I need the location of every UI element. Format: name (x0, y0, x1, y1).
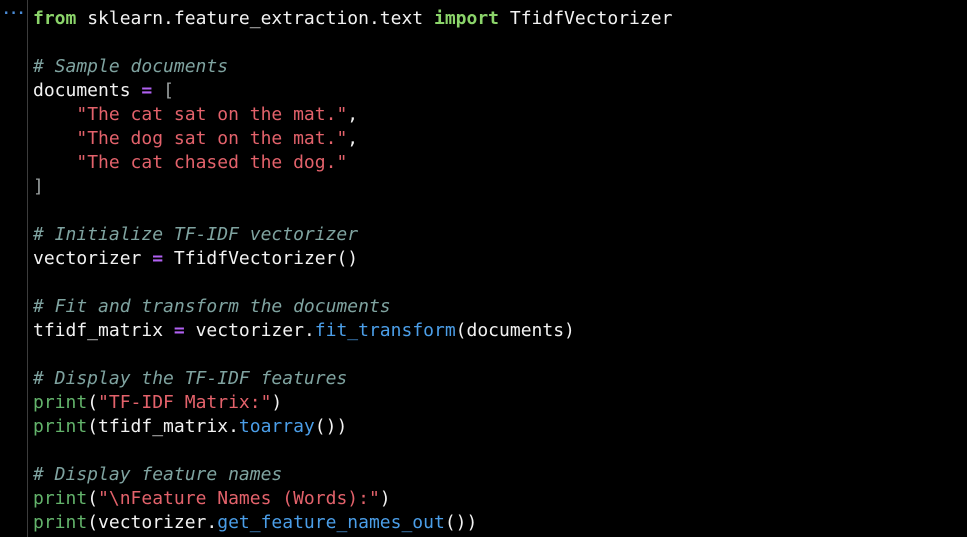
code-editor[interactable]: from sklearn.feature_extraction.text imp… (27, 0, 967, 537)
code-line[interactable]: print(tfidf_matrix.toarray()) (33, 415, 672, 439)
notebook-code-cell-view: ... from sklearn.feature_extraction.text… (0, 0, 967, 537)
code-token-func: toarray (238, 416, 315, 437)
code-token-func: get_feature_names_out (217, 512, 445, 533)
code-line[interactable]: # Display the TF-IDF features (33, 367, 672, 391)
code-token-comment: # Initialize TF-IDF vectorizer (33, 224, 359, 245)
code-token-builtin: print (33, 392, 88, 413)
code-line[interactable]: # Display feature names (33, 463, 672, 487)
code-token-plain: (documents) (455, 320, 575, 341)
code-token-plain: ) (379, 488, 391, 509)
code-token-bracket: [ (163, 80, 174, 101)
code-token-plain: sklearn.feature_extraction.text (76, 8, 434, 29)
code-token-plain: TfidfVectorizer (499, 8, 673, 29)
code-line[interactable]: vectorizer = TfidfVectorizer() (33, 247, 672, 271)
code-line[interactable]: from sklearn.feature_extraction.text imp… (33, 7, 672, 31)
code-line[interactable]: print("TF-IDF Matrix:") (33, 391, 672, 415)
code-token-plain: tfidf_matrix (33, 320, 174, 341)
code-line[interactable]: # Fit and transform the documents (33, 295, 672, 319)
code-line[interactable]: # Initialize TF-IDF vectorizer (33, 223, 672, 247)
code-line[interactable]: "The cat sat on the mat.", (33, 103, 672, 127)
code-token-string: "The cat sat on the mat." (76, 104, 348, 125)
code-token-comment: # Sample documents (33, 56, 229, 77)
code-token-plain: , (347, 104, 359, 125)
code-token-string: "The dog sat on the mat." (76, 128, 348, 149)
code-token-builtin: print (33, 416, 88, 437)
code-token-builtin: print (33, 488, 88, 509)
code-token-op: = (152, 248, 164, 269)
code-token-builtin: print (33, 512, 88, 533)
code-token-plain: vectorizer. (184, 320, 315, 341)
code-line[interactable] (33, 271, 672, 295)
code-token-plain: vectorizer (33, 248, 153, 269)
code-token-plain: documents (33, 80, 142, 101)
code-token-plain: ()) (314, 416, 348, 437)
code-token-plain: TfidfVectorizer() (163, 248, 359, 269)
code-token-plain: ( (87, 392, 99, 413)
code-token-kw: from (33, 8, 77, 29)
cell-gutter: ... (0, 0, 27, 537)
code-token-plain: ()) (444, 512, 478, 533)
code-line[interactable] (33, 31, 672, 55)
code-token-comment: # Fit and transform the documents (33, 296, 391, 317)
code-token-plain: ) (271, 392, 283, 413)
code-token-plain: (tfidf_matrix. (87, 416, 239, 437)
code-line[interactable]: print(vectorizer.get_feature_names_out()… (33, 511, 672, 535)
code-line[interactable]: "The dog sat on the mat.", (33, 127, 672, 151)
code-token-bracket: ] (33, 176, 44, 197)
code-line[interactable] (33, 439, 672, 463)
code-token-plain: ( (87, 488, 99, 509)
code-token-op: = (141, 80, 153, 101)
code-token-func: fit_transform (314, 320, 456, 341)
code-content[interactable]: from sklearn.feature_extraction.text imp… (33, 7, 672, 535)
code-line[interactable]: tfidf_matrix = vectorizer.fit_transform(… (33, 319, 672, 343)
code-line[interactable]: "The cat chased the dog." (33, 151, 672, 175)
more-actions-icon[interactable]: ... (2, 3, 25, 17)
code-line[interactable] (33, 343, 672, 367)
code-token-kw: import (433, 8, 500, 29)
code-token-string: "TF-IDF Matrix:" (98, 392, 272, 413)
code-line[interactable]: print("\nFeature Names (Words):") (33, 487, 672, 511)
code-token-op: = (173, 320, 185, 341)
code-token-plain: , (347, 128, 359, 149)
code-line[interactable]: documents = [ (33, 79, 672, 103)
code-token-string: "\nFeature Names (Words):" (98, 488, 380, 509)
code-line[interactable]: # Sample documents (33, 55, 672, 79)
code-line[interactable] (33, 199, 672, 223)
code-token-comment: # Display feature names (33, 464, 283, 485)
code-line[interactable]: ] (33, 175, 672, 199)
code-token-string: "The cat chased the dog." (76, 152, 348, 173)
code-token-plain: (vectorizer. (87, 512, 218, 533)
code-token-comment: # Display the TF-IDF features (33, 368, 348, 389)
